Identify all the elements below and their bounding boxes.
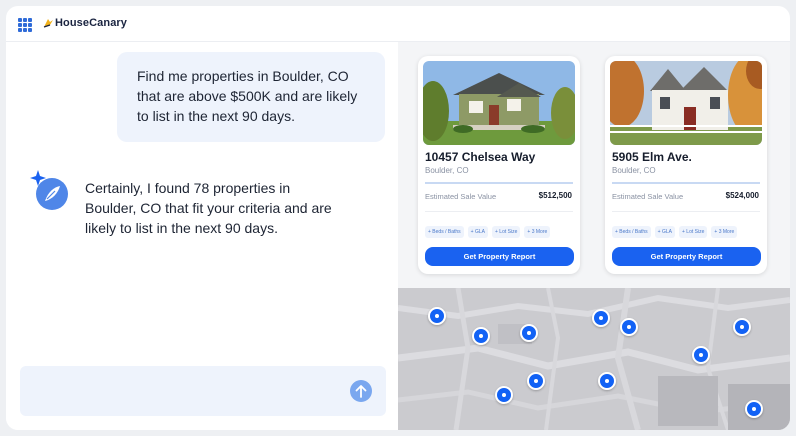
map-pin[interactable] xyxy=(598,372,616,390)
card-divider xyxy=(612,182,760,184)
map-pin[interactable] xyxy=(620,318,638,336)
map-pin[interactable] xyxy=(592,309,610,327)
property-city: Boulder, CO xyxy=(612,166,656,175)
estimate-value: $512,500 xyxy=(538,191,572,200)
app-window: HouseCanary Find me properties in Boulde… xyxy=(6,6,790,430)
canary-bird-icon xyxy=(43,19,53,28)
estimate-value: $524,000 xyxy=(725,191,759,200)
property-address: 10457 Chelsea Way xyxy=(425,150,536,164)
property-card[interactable]: 5905 Elm Ave. Boulder, CO Estimated Sale… xyxy=(605,56,767,274)
arrow-up-icon xyxy=(355,385,367,398)
property-map[interactable] xyxy=(398,288,790,430)
send-button[interactable] xyxy=(350,380,372,402)
property-photo xyxy=(423,61,575,145)
card-rule xyxy=(612,211,760,212)
chip-beds-baths[interactable]: + Beds / Baths xyxy=(425,226,464,238)
card-divider xyxy=(425,182,573,184)
property-card[interactable]: 10457 Chelsea Way Boulder, CO Estimated … xyxy=(418,56,580,274)
top-bar: HouseCanary xyxy=(6,6,790,42)
chip-more[interactable]: + 3 More xyxy=(711,226,738,238)
attribute-chips: + Beds / Baths + GLA + Lot Size + 3 More xyxy=(612,226,741,238)
property-photo xyxy=(610,61,762,145)
chip-lot-size[interactable]: + Lot Size xyxy=(679,226,708,238)
user-message: Find me properties in Boulder, CO that a… xyxy=(117,52,385,142)
map-pin[interactable] xyxy=(745,400,763,418)
chip-gla[interactable]: + GLA xyxy=(467,226,488,238)
chat-panel: Find me properties in Boulder, CO that a… xyxy=(6,42,398,430)
chip-more[interactable]: + 3 More xyxy=(524,226,551,238)
map-pin[interactable] xyxy=(733,318,751,336)
map-pin[interactable] xyxy=(527,372,545,390)
assistant-message: Certainly, I found 78 properties in Boul… xyxy=(85,180,332,236)
get-property-report-button[interactable]: Get Property Report xyxy=(612,247,761,266)
app-grid-icon[interactable] xyxy=(18,18,32,32)
brand-logo[interactable]: HouseCanary xyxy=(42,16,127,30)
property-cards: 10457 Chelsea Way Boulder, CO Estimated … xyxy=(398,42,790,288)
map-pin[interactable] xyxy=(520,324,538,342)
attribute-chips: + Beds / Baths + GLA + Lot Size + 3 More xyxy=(425,226,554,238)
chip-gla[interactable]: + GLA xyxy=(654,226,675,238)
estimate-label: Estimated Sale Value xyxy=(612,192,684,201)
estimate-label: Estimated Sale Value xyxy=(425,192,497,201)
map-pin[interactable] xyxy=(428,307,446,325)
card-rule xyxy=(425,211,573,212)
results-panel: 10457 Chelsea Way Boulder, CO Estimated … xyxy=(398,42,790,430)
assistant-avatar-icon xyxy=(30,170,68,210)
map-pin[interactable] xyxy=(692,346,710,364)
map-pin[interactable] xyxy=(472,327,490,345)
get-property-report-button[interactable]: Get Property Report xyxy=(425,247,574,266)
property-address: 5905 Elm Ave. xyxy=(612,150,692,164)
map-background xyxy=(398,288,790,430)
property-city: Boulder, CO xyxy=(425,166,469,175)
map-pin[interactable] xyxy=(495,386,513,404)
chip-lot-size[interactable]: + Lot Size xyxy=(492,226,521,238)
chip-beds-baths[interactable]: + Beds / Baths xyxy=(612,226,651,238)
brand-name: HouseCanary xyxy=(55,17,128,29)
chat-input[interactable] xyxy=(20,366,386,416)
